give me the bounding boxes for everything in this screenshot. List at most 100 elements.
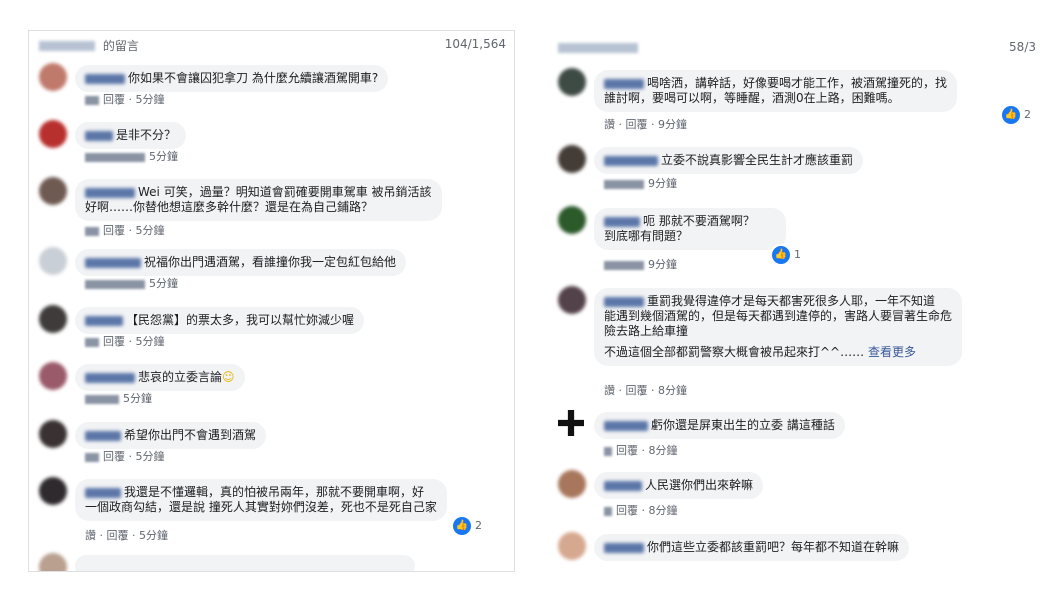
comment-text: 你如果不會讓囚犯拿刀 為什麼允續讓酒駕開車? <box>128 71 379 85</box>
commenter-name-blurred[interactable] <box>604 296 644 307</box>
see-more-link[interactable]: 查看更多 <box>868 345 916 359</box>
comment-text: 重罰我覺得違停才是每天都害死很多人耶，一年不知道 <box>647 294 936 308</box>
comment-bubble: 呃 那就不要酒駕啊？ 到底哪有問題？ <box>594 208 786 250</box>
avatar[interactable] <box>558 410 584 436</box>
comment-text: 喝啥洒，講幹話，好像要喝才能工作，被酒駕撞死的，找 <box>647 76 948 90</box>
comment-actions[interactable]: 回覆 · 5分鐘 <box>85 91 165 107</box>
comment-bubble: 喝啥洒，講幹話，好像要喝才能工作，被酒駕撞死的，找 誰討啊，要喝可以啊，等睡醒，酒… <box>594 70 958 112</box>
avatar[interactable] <box>39 63 67 91</box>
avatar[interactable] <box>558 532 586 560</box>
comment-actions[interactable]: 9分鐘 <box>604 175 677 191</box>
comment-actions[interactable]: 回覆 · 8分鐘 <box>604 502 678 518</box>
commenter-name-blurred[interactable] <box>604 420 648 431</box>
comment-text-line-2: 到底哪有問題？ <box>604 229 689 243</box>
comment-bubble: 悲哀的立委言論☺ <box>75 364 245 391</box>
comment-text-line-2: 誰討啊，要喝可以啊，等睡醒，酒測0在上路，困難嗎。 <box>604 91 900 105</box>
avatar[interactable] <box>558 68 586 96</box>
avatar[interactable] <box>39 305 67 333</box>
comment-actions[interactable]: 讚 · 回覆 · 5分鐘 <box>85 527 168 543</box>
commenter-name-blurred[interactable] <box>85 315 123 326</box>
comment-meta: 9分鐘 <box>648 177 677 190</box>
avatar[interactable] <box>39 247 67 275</box>
like-icon[interactable]: 👍 <box>772 246 790 264</box>
right-panel-header: 58/3 <box>558 40 1036 56</box>
commenter-name-blurred[interactable] <box>85 372 135 383</box>
comment-bubble: 人民選你們出來幹嘛 <box>594 472 764 499</box>
commenter-name-blurred[interactable] <box>85 257 141 268</box>
comment-text: 希望你出門不會遇到酒駕 <box>124 428 257 442</box>
commenter-name-blurred[interactable] <box>85 187 135 198</box>
comment-bubble: Wei 可笑，過量？明知道會罰確要開車駕車 被吊銷活該 好啊……你替他想這麼多幹什… <box>75 179 442 221</box>
comment-actions[interactable]: 回覆 · 5分鐘 <box>85 222 165 238</box>
avatar[interactable] <box>558 145 586 173</box>
commenter-name-blurred[interactable] <box>604 78 644 89</box>
comment-meta: 回覆 · 5分鐘 <box>103 450 165 463</box>
avatar[interactable] <box>39 362 67 390</box>
comment-actions[interactable]: 5分鐘 <box>85 390 152 406</box>
comment-text-line-2: 能遇到幾個酒駕的，但是每天都遇到違停的，害路人要冒著生命危 <box>604 309 953 323</box>
comment-bubble <box>75 555 415 571</box>
comment-actions[interactable]: 9分鐘 <box>604 256 677 272</box>
comment-text-line-3: 險去路上給車撞 <box>604 324 689 338</box>
comment-text: Wei 可笑，過量？明知道會罰確要開車駕車 被吊銷活該 <box>138 185 432 199</box>
avatar[interactable] <box>39 553 67 571</box>
comment-bubble: 虧你還是屏東出生的立委 講這種話 <box>594 412 845 439</box>
comment-actions[interactable]: 5分鐘 <box>85 148 178 164</box>
avatar[interactable] <box>558 206 586 234</box>
comment-text: 你們這些立委都該重罰吧？每年都不知道在幹嘛 <box>647 540 900 554</box>
page-name-blurred <box>558 42 638 53</box>
comment-text: 祝福你出門遇酒駕，看誰撞你我一定包紅包給他 <box>144 255 397 269</box>
comment-bubble: 希望你出門不會遇到酒駕 <box>75 422 267 449</box>
like-icon[interactable]: 👍 <box>1002 106 1020 124</box>
comment-text-line-4: 不過這個全部都罰警察大概會被吊起來打^^…… <box>604 345 865 359</box>
commenter-name-blurred[interactable] <box>604 480 642 491</box>
emoji-icon: ☺ <box>222 370 235 384</box>
comment-text: 悲哀的立委言論 <box>138 370 223 384</box>
comment-actions[interactable]: 5分鐘 <box>85 275 178 291</box>
left-comments-panel: 的留言 104/1,564 你如果不會讓囚犯拿刀 為什麼允續讓酒駕開車? 回覆 … <box>28 30 515 572</box>
comment-bubble: 我還是不懂邏輯，真的怕被吊兩年，那就不要開車啊，好 一個政商勾結，還是說 撞死人其… <box>75 479 447 521</box>
comment-bubble: 是非不分？ <box>75 122 187 149</box>
comment-actions[interactable]: 回覆 · 5分鐘 <box>85 333 165 349</box>
comment-text: 人民選你們出來幹嘛 <box>645 478 754 492</box>
comment-text: 【民怨黨】的票太多，我可以幫忙妳減少喔 <box>126 313 355 327</box>
avatar[interactable] <box>558 470 586 498</box>
left-panel-header: 的留言 104/1,564 <box>39 37 506 53</box>
comment-actions[interactable]: 讚 · 回覆 · 9分鐘 <box>604 116 687 132</box>
avatar[interactable] <box>39 420 67 448</box>
comment-meta: 5分鐘 <box>123 392 152 405</box>
avatar[interactable] <box>39 120 67 148</box>
comment-text-line-2: 一個政商勾結，還是說 撞死人其實對妳們沒差，死也不是死自己家 <box>85 500 437 514</box>
like-icon[interactable]: 👍 <box>453 517 471 535</box>
commenter-name-blurred[interactable] <box>604 216 640 227</box>
comment-actions[interactable]: 回覆 · 8分鐘 <box>604 442 678 458</box>
comment-actions[interactable]: 回覆 · 5分鐘 <box>85 448 165 464</box>
comment-text: 立委不說真影響全民生計才應該重罰 <box>661 153 854 167</box>
reaction-count[interactable]: 2 <box>475 519 482 532</box>
comment-actions[interactable]: 讚 · 回覆 · 8分鐘 <box>604 382 687 398</box>
reaction-count[interactable]: 1 <box>794 248 801 261</box>
commenter-name-blurred[interactable] <box>85 430 121 441</box>
commenter-name-blurred[interactable] <box>85 130 113 141</box>
commenter-name-blurred[interactable] <box>85 73 125 84</box>
comment-meta: 9分鐘 <box>648 258 677 271</box>
comment-bubble: 你們這些立委都該重罰吧？每年都不知道在幹嘛 <box>594 534 910 561</box>
left-panel-title: 的留言 <box>102 39 139 53</box>
comment-bubble: 立委不說真影響全民生計才應該重罰 <box>594 147 864 174</box>
comment-meta: 5分鐘 <box>149 277 178 290</box>
commenter-name-blurred[interactable] <box>604 542 644 553</box>
comment-meta: 5分鐘 <box>149 150 178 163</box>
left-comment-count: 104/1,564 <box>444 37 506 51</box>
comment-meta: 讚 · 回覆 · 5分鐘 <box>85 529 168 542</box>
comment-text: 是非不分？ <box>116 128 177 142</box>
reaction-count[interactable]: 2 <box>1024 108 1031 121</box>
commenter-name-blurred[interactable] <box>85 487 121 498</box>
commenter-name-blurred[interactable] <box>604 155 658 166</box>
avatar[interactable] <box>558 286 586 314</box>
comment-meta: 回覆 · 5分鐘 <box>103 335 165 348</box>
avatar[interactable] <box>39 177 67 205</box>
avatar[interactable] <box>39 477 67 505</box>
comment-bubble: 【民怨黨】的票太多，我可以幫忙妳減少喔 <box>75 307 365 334</box>
right-comments-panel: 58/3 喝啥洒，講幹話，好像要喝才能工作，被酒駕撞死的，找 誰討啊，要喝可以啊，… <box>548 34 1044 574</box>
comment-meta: 回覆 · 5分鐘 <box>103 224 165 237</box>
